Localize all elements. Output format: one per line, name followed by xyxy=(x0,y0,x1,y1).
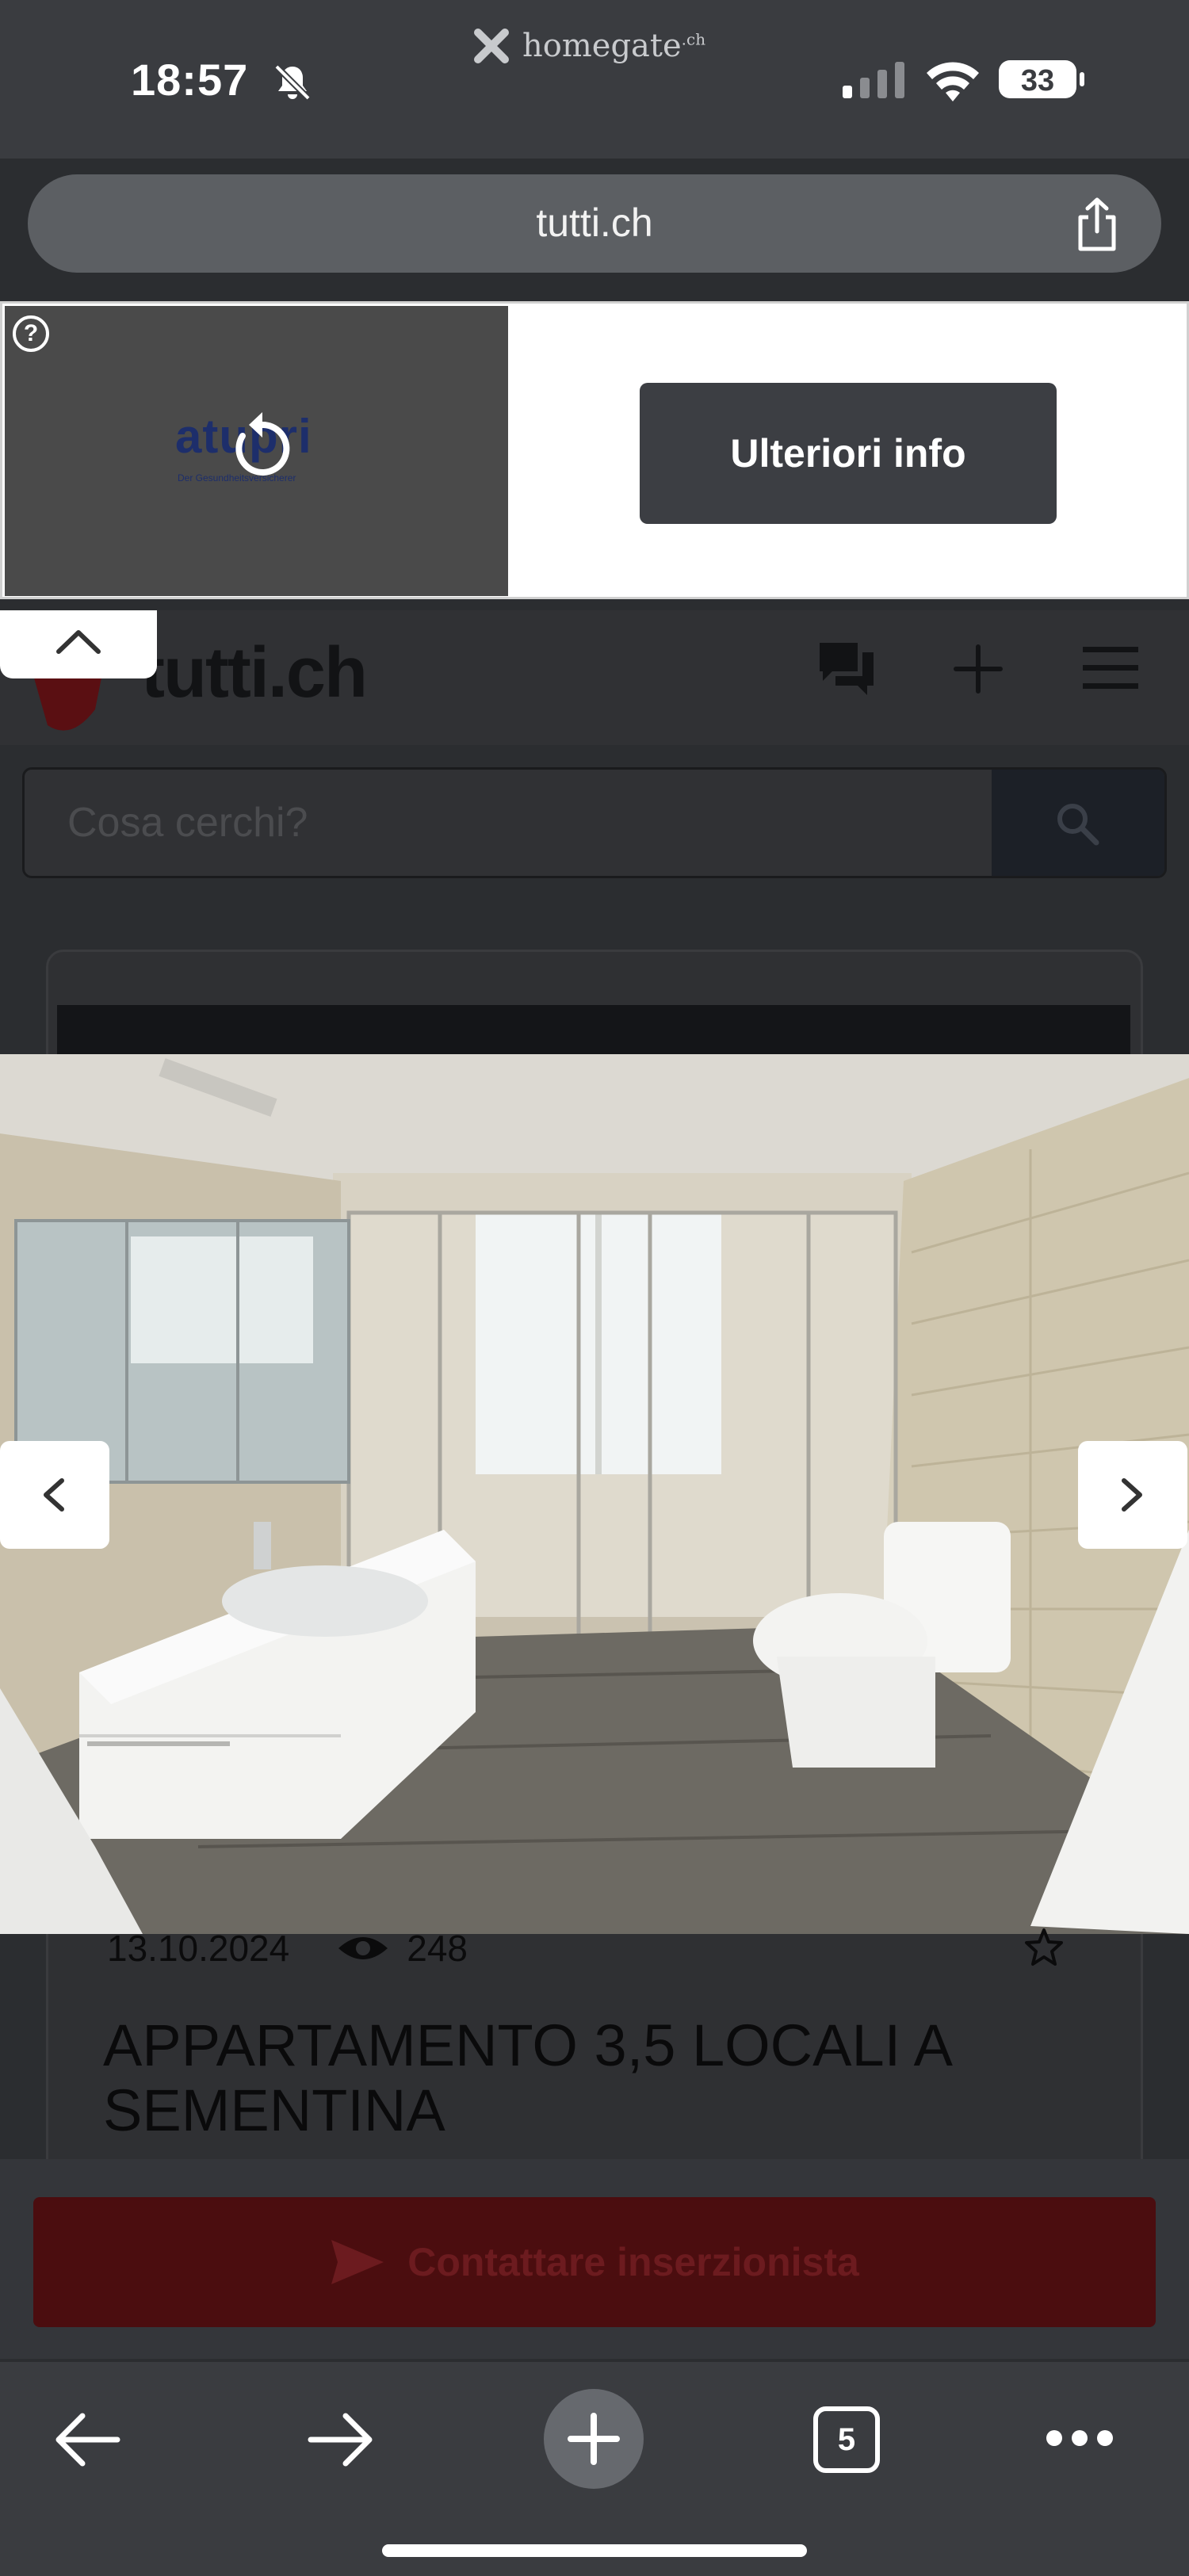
listing-image-strip xyxy=(57,1005,1130,1054)
listing-date: 13.10.2024 xyxy=(107,1928,290,1969)
home-indicator[interactable] xyxy=(382,2544,807,2557)
add-listing-icon[interactable] xyxy=(951,642,1005,696)
listing-views: 248 xyxy=(337,1927,468,1970)
ad-more-info-button[interactable]: Ulteriori info xyxy=(640,383,1057,524)
battery-icon: 33 xyxy=(999,60,1084,98)
bathroom-photo xyxy=(0,1054,1189,1934)
chevron-right-icon xyxy=(1122,1478,1142,1512)
back-arrow-icon[interactable] xyxy=(54,2411,120,2468)
eye-icon xyxy=(338,1937,388,1959)
chevron-left-icon xyxy=(44,1478,64,1512)
contact-area: Contattare inserzionista xyxy=(0,2159,1189,2359)
views-count: 248 xyxy=(407,1928,468,1969)
ad-help-icon[interactable]: ? xyxy=(13,315,49,352)
new-tab-button[interactable] xyxy=(544,2389,644,2489)
search-button[interactable] xyxy=(992,770,1164,876)
listing-photo[interactable] xyxy=(0,1054,1189,1934)
site-header: tutti.ch xyxy=(0,610,1189,745)
share-icon[interactable] xyxy=(1071,197,1123,252)
bell-off-icon xyxy=(274,64,311,101)
status-time: 18:57 xyxy=(131,55,249,105)
notification-homegate[interactable]: homegate.ch xyxy=(472,22,705,70)
site-logo[interactable]: tutti.ch xyxy=(141,633,368,714)
listing-title: APPARTAMENTO 3,5 LOCALI A SEMENTINA xyxy=(103,2012,950,2143)
ad-image[interactable]: ? atupri Der Gesundheitsversicherer xyxy=(5,306,508,596)
menu-icon[interactable] xyxy=(1083,647,1138,690)
signal-icon xyxy=(843,62,904,98)
homegate-close-icon[interactable] xyxy=(472,26,511,66)
address-bar-url: tutti.ch xyxy=(536,201,653,245)
search-bar xyxy=(22,767,1167,878)
listing-meta: 13.10.2024 248 xyxy=(107,1928,468,1969)
forward-arrow-icon[interactable] xyxy=(308,2411,374,2468)
contact-advertiser-label: Contattare inserzionista xyxy=(407,2240,859,2284)
search-icon xyxy=(1057,804,1099,846)
homegate-label: homegate.ch xyxy=(522,28,706,64)
messages-icon[interactable] xyxy=(816,638,876,698)
address-bar[interactable]: tutti.ch xyxy=(28,174,1161,273)
contact-advertiser-button[interactable]: Contattare inserzionista xyxy=(33,2197,1156,2327)
battery-level: 33 xyxy=(1021,64,1054,97)
plus-icon xyxy=(568,2413,620,2465)
ad-banner[interactable]: ? atupri Der Gesundheitsversicherer Ulte… xyxy=(0,301,1189,599)
photo-next-button[interactable] xyxy=(1078,1441,1187,1549)
ad-collapse-button[interactable] xyxy=(0,610,157,678)
search-input[interactable] xyxy=(25,770,992,876)
tab-switcher-button[interactable]: 5 xyxy=(813,2406,880,2473)
send-icon xyxy=(331,2240,384,2284)
replay-icon[interactable] xyxy=(219,401,306,488)
wifi-icon xyxy=(927,62,979,101)
photo-prev-button[interactable] xyxy=(0,1441,109,1549)
chevron-up-icon xyxy=(56,630,101,654)
favorite-star-icon[interactable] xyxy=(1024,1928,1064,1967)
more-options-icon[interactable] xyxy=(1045,2429,1114,2448)
status-bar: 18:57 homegate.ch 33 xyxy=(0,0,1189,159)
